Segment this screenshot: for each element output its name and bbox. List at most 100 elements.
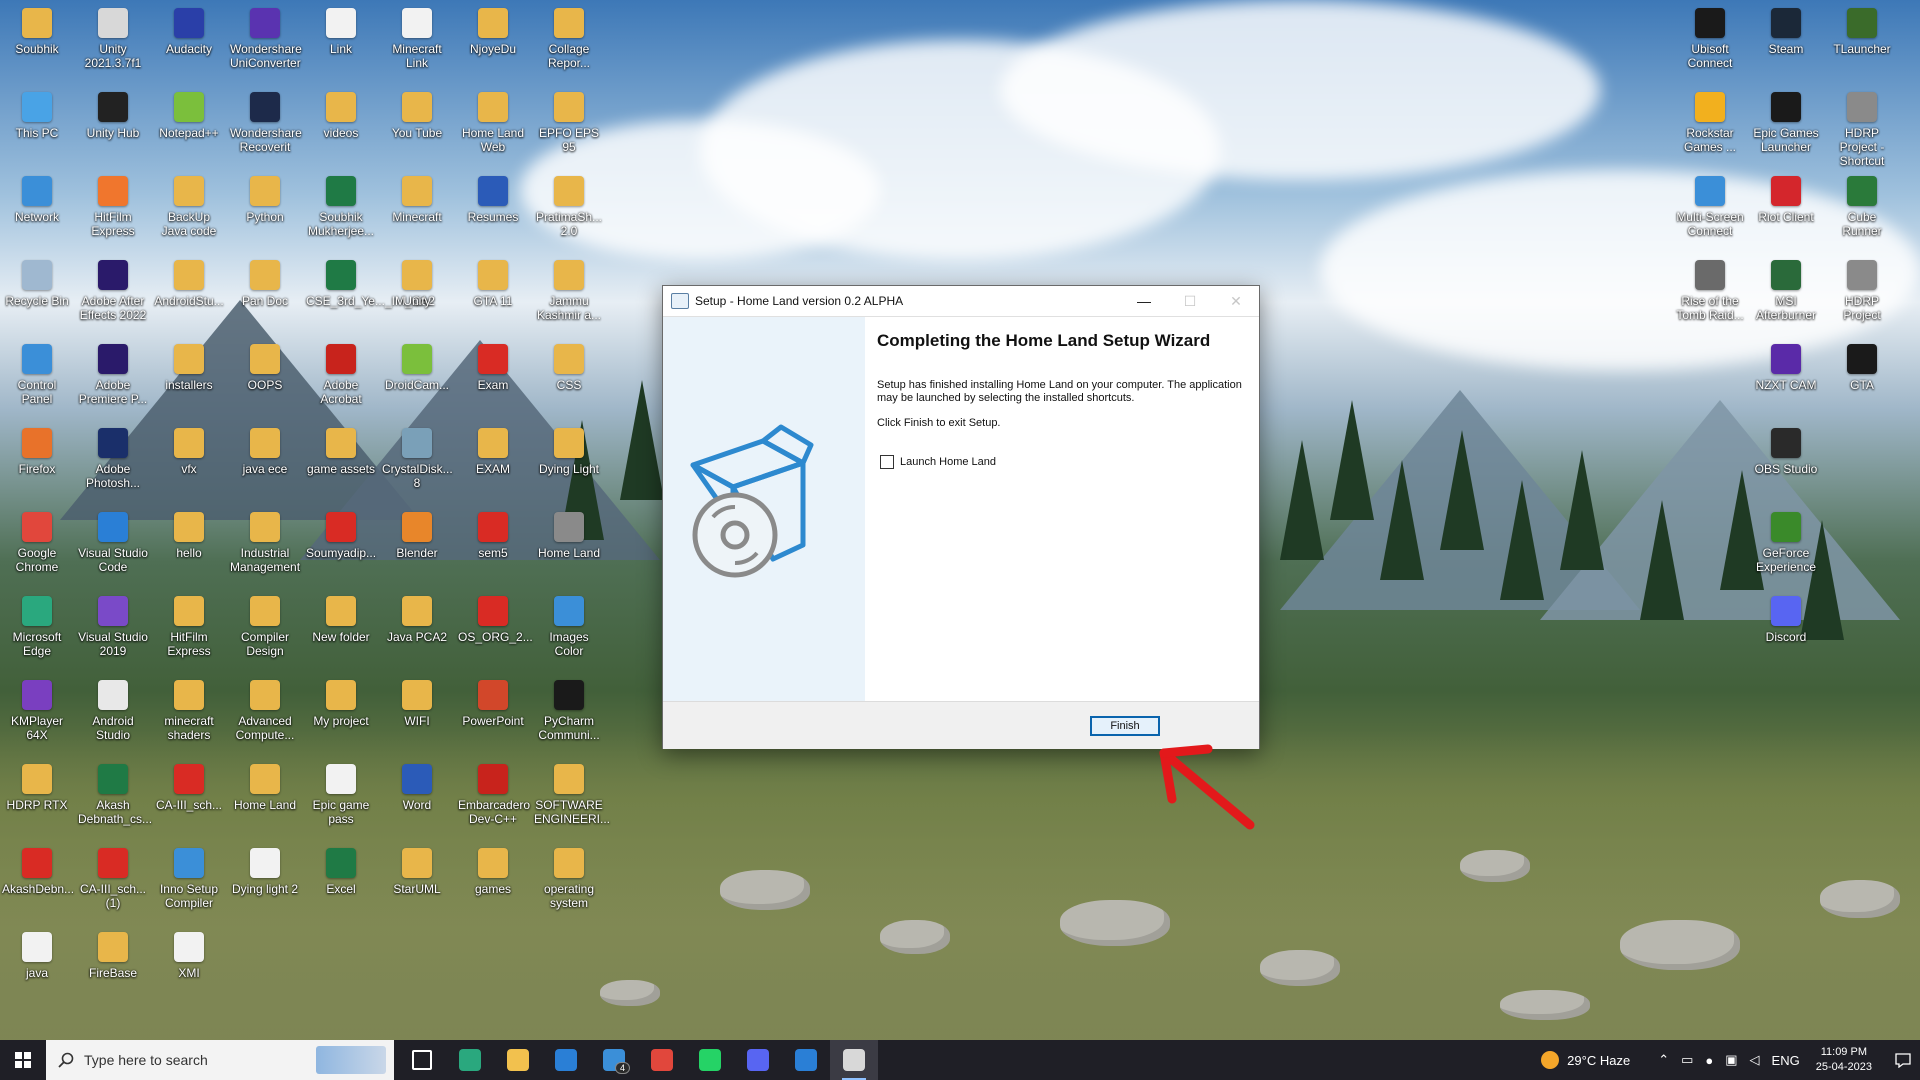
taskbar-app-task-view[interactable] bbox=[398, 1040, 446, 1080]
desktop-icon-hitfilm-express[interactable]: HitFilm Express bbox=[154, 590, 224, 658]
taskbar-app-microsoft-store[interactable] bbox=[542, 1040, 590, 1080]
desktop-icon-gta[interactable]: GTA bbox=[1827, 338, 1897, 392]
desktop-icon-unity-hub[interactable]: Unity Hub bbox=[78, 86, 148, 140]
desktop-icon-audacity[interactable]: Audacity bbox=[154, 2, 224, 56]
language-indicator[interactable]: ENG bbox=[1772, 1053, 1800, 1068]
desktop-icon-ca-iii-sch-1[interactable]: CA-III_sch... (1) bbox=[78, 842, 148, 910]
desktop-icon-droidcam[interactable]: DroidCam... bbox=[382, 338, 452, 392]
desktop-icon-dying-light[interactable]: Dying Light bbox=[534, 422, 604, 476]
desktop-icon-multi-screen-connect[interactable]: Multi-Screen Connect bbox=[1675, 170, 1745, 238]
desktop-icon-geforce-experience[interactable]: GeForce Experience bbox=[1751, 506, 1821, 574]
clock[interactable]: 11:09 PM 25-04-2023 bbox=[1816, 1045, 1872, 1075]
desktop-icon-unity-2021-3-7f1[interactable]: Unity 2021.3.7f1 bbox=[78, 2, 148, 70]
desktop-icon-hdrp-rtx[interactable]: HDRP RTX bbox=[2, 758, 72, 812]
desktop-icon-advanced-compute[interactable]: Advanced Compute... bbox=[230, 674, 300, 742]
desktop-icon-akash-debnath-cs[interactable]: Akash Debnath_cs... bbox=[78, 758, 152, 826]
desktop-icon-epfo-eps-95[interactable]: EPFO EPS 95 bbox=[534, 86, 604, 154]
desktop-icon-wondershare-recoverit[interactable]: Wondershare Recoverit bbox=[230, 86, 302, 154]
desktop-icon-recycle-bin[interactable]: Recycle Bin bbox=[2, 254, 72, 308]
desktop-icon-hitfilm-express[interactable]: HitFilm Express bbox=[78, 170, 148, 238]
window-titlebar[interactable]: Setup - Home Land version 0.2 ALPHA — ☐ … bbox=[663, 286, 1259, 317]
desktop-icon-androidstu[interactable]: AndroidStu... bbox=[154, 254, 224, 308]
launch-checkbox[interactable] bbox=[880, 455, 894, 469]
desktop-icon-sem5[interactable]: sem5 bbox=[458, 506, 528, 560]
desktop-icon-my-project[interactable]: My project bbox=[306, 674, 376, 728]
desktop-icon-collage-repor[interactable]: Collage Repor... bbox=[534, 2, 604, 70]
desktop-icon-home-land[interactable]: Home Land bbox=[230, 758, 300, 812]
desktop-icon-rockstar-games[interactable]: Rockstar Games ... bbox=[1675, 86, 1745, 154]
desktop-icon-microsoft-edge[interactable]: Microsoft Edge bbox=[2, 590, 72, 658]
launch-checkbox-row[interactable]: Launch Home Land bbox=[880, 455, 996, 469]
notification-center-button[interactable] bbox=[1886, 1040, 1920, 1080]
desktop-icon-soubhik[interactable]: Soubhik bbox=[2, 2, 72, 56]
desktop-icon-adobe-acrobat[interactable]: Adobe Acrobat bbox=[306, 338, 376, 406]
desktop-icon-soubhik-mukherjee[interactable]: Soubhik Mukherjee... bbox=[306, 170, 376, 238]
desktop-icon-adobe-after-effects-2022[interactable]: Adobe After Effects 2022 bbox=[78, 254, 148, 322]
desktop-icon-soumyadip[interactable]: Soumyadip... bbox=[306, 506, 376, 560]
desktop-icon-adobe-premiere-p[interactable]: Adobe Premiere P... bbox=[78, 338, 148, 406]
desktop-icon-cse-3rd-ye-im-ca2[interactable]: CSE_3rd_Ye..._IM_CA2 bbox=[306, 254, 435, 308]
network-icon[interactable]: ▣ bbox=[1725, 1052, 1737, 1068]
desktop-icon-operating-system[interactable]: operating system bbox=[534, 842, 604, 910]
desktop-icon-firefox[interactable]: Firefox bbox=[2, 422, 72, 476]
desktop-icon-hdrp-project-shortcut[interactable]: HDRP Project - Shortcut bbox=[1827, 86, 1897, 168]
desktop-icon-videos[interactable]: videos bbox=[306, 86, 376, 140]
desktop-icon-java[interactable]: java bbox=[2, 926, 72, 980]
desktop-icon-control-panel[interactable]: Control Panel bbox=[2, 338, 72, 406]
desktop-icon-you-tube[interactable]: You Tube bbox=[382, 86, 452, 140]
desktop-icon-xmi[interactable]: XMI bbox=[154, 926, 224, 980]
desktop-icon-oops[interactable]: OOPS bbox=[230, 338, 300, 392]
close-button[interactable]: ✕ bbox=[1213, 286, 1259, 316]
desktop-icon-visual-studio-2019[interactable]: Visual Studio 2019 bbox=[78, 590, 148, 658]
desktop-icon-firebase[interactable]: FireBase bbox=[78, 926, 148, 980]
taskbar-app-vscode[interactable] bbox=[782, 1040, 830, 1080]
desktop-icon-pan-doc[interactable]: Pan Doc bbox=[230, 254, 300, 308]
desktop-icon-excel[interactable]: Excel bbox=[306, 842, 376, 896]
desktop-icon-minecraft[interactable]: Minecraft bbox=[382, 170, 452, 224]
microphone-icon[interactable]: ● bbox=[1705, 1053, 1713, 1068]
desktop-icon-hello[interactable]: hello bbox=[154, 506, 224, 560]
desktop-icon-rise-of-the-tomb-raid[interactable]: Rise of the Tomb Raid... bbox=[1675, 254, 1745, 322]
desktop-icon-obs-studio[interactable]: OBS Studio bbox=[1751, 422, 1821, 476]
desktop-icon-epic-game-pass[interactable]: Epic game pass bbox=[306, 758, 376, 826]
desktop-icon-njoyedu[interactable]: NjoyeDu bbox=[458, 2, 528, 56]
desktop-icon-steam[interactable]: Steam bbox=[1751, 2, 1821, 56]
desktop-icon-link[interactable]: Link bbox=[306, 2, 376, 56]
desktop-icon-blender[interactable]: Blender bbox=[382, 506, 452, 560]
desktop-icon-game-assets[interactable]: game assets bbox=[306, 422, 376, 476]
desktop-icon-embarcadero-dev-c[interactable]: Embarcadero Dev-C++ bbox=[458, 758, 530, 826]
desktop-icon-adobe-photosh[interactable]: Adobe Photosh... bbox=[78, 422, 148, 490]
chevron-up-icon[interactable]: ⌃ bbox=[1658, 1052, 1669, 1068]
desktop-icon-msi-afterburner[interactable]: MSI Afterburner bbox=[1751, 254, 1821, 322]
desktop-icon-wifi[interactable]: WIFI bbox=[382, 674, 452, 728]
desktop-icon-staruml[interactable]: StarUML bbox=[382, 842, 452, 896]
desktop-icon-pycharm-communi[interactable]: PyCharm Communi... bbox=[534, 674, 604, 742]
weather-widget[interactable]: 29°C Haze bbox=[1541, 1051, 1630, 1069]
desktop-icon-dying-light-2[interactable]: Dying light 2 bbox=[230, 842, 300, 896]
taskbar-app-chrome[interactable] bbox=[638, 1040, 686, 1080]
desktop-icon-epic-games-launcher[interactable]: Epic Games Launcher bbox=[1751, 86, 1821, 154]
desktop-icon-exam[interactable]: EXAM bbox=[458, 422, 528, 476]
desktop-icon-unity[interactable]: Unity bbox=[382, 254, 452, 308]
setup-wizard-window[interactable]: Setup - Home Land version 0.2 ALPHA — ☐ … bbox=[662, 285, 1260, 749]
desktop-icon-home-land[interactable]: Home Land bbox=[534, 506, 604, 560]
desktop-icon-minecraft-link[interactable]: Minecraft Link bbox=[382, 2, 452, 70]
desktop-icon-hdrp-project[interactable]: HDRP Project bbox=[1827, 254, 1897, 322]
desktop-icon-notepad[interactable]: Notepad++ bbox=[154, 86, 224, 140]
desktop-icon-os-org-2[interactable]: OS_ORG_2... bbox=[458, 590, 533, 644]
desktop-icon-industrial-management[interactable]: Industrial Management bbox=[230, 506, 300, 574]
desktop-icon-gta-11[interactable]: GTA 11 bbox=[458, 254, 528, 308]
desktop-icon-this-pc[interactable]: This PC bbox=[2, 86, 72, 140]
desktop-icon-powerpoint[interactable]: PowerPoint bbox=[458, 674, 528, 728]
desktop-icon-vfx[interactable]: vfx bbox=[154, 422, 224, 476]
desktop-icon-installers[interactable]: installers bbox=[154, 338, 224, 392]
desktop-icon-images-color[interactable]: Images Color bbox=[534, 590, 604, 658]
minimize-button[interactable]: — bbox=[1121, 286, 1167, 316]
desktop-icon-minecraft-shaders[interactable]: minecraft shaders bbox=[154, 674, 224, 742]
desktop-icon-android-studio[interactable]: Android Studio bbox=[78, 674, 148, 742]
desktop-icon-nzxt-cam[interactable]: NZXT CAM bbox=[1751, 338, 1821, 392]
taskbar-app-whatsapp[interactable] bbox=[686, 1040, 734, 1080]
desktop-icon-tlauncher[interactable]: TLauncher bbox=[1827, 2, 1897, 56]
desktop-icon-network[interactable]: Network bbox=[2, 170, 72, 224]
desktop-icon-jammu-kashmir-a[interactable]: Jammu Kashmir a... bbox=[534, 254, 604, 322]
